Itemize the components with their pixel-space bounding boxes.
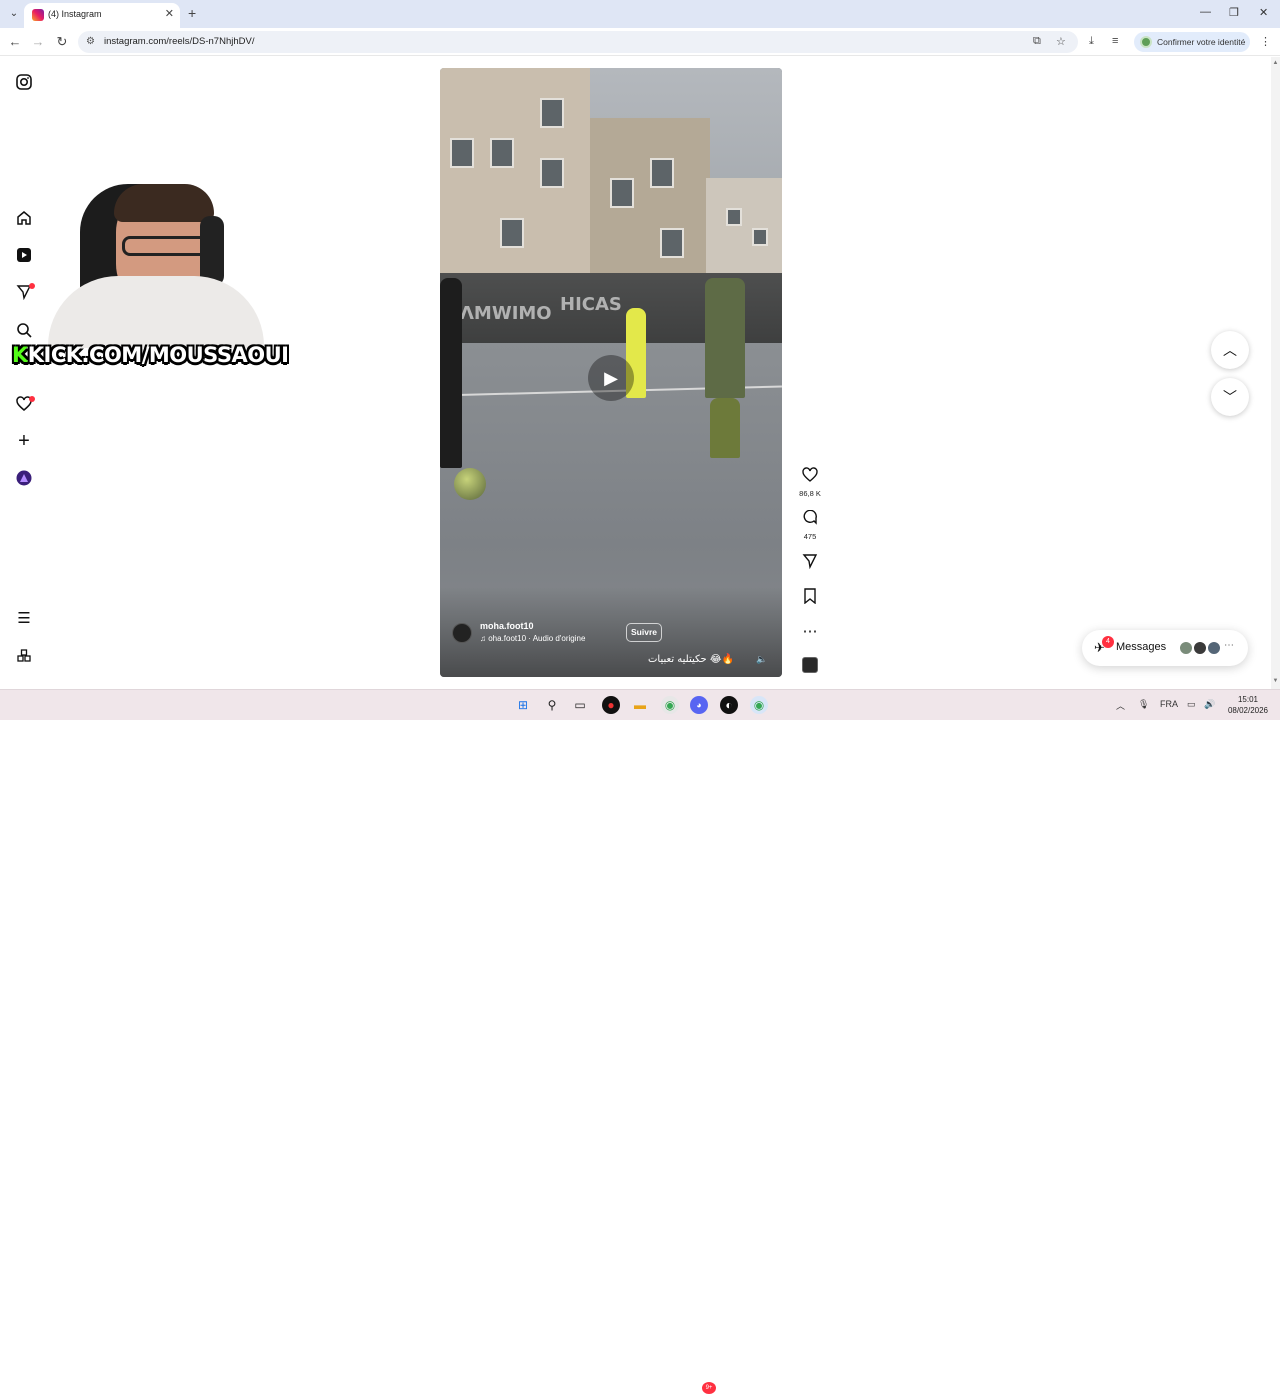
more-menu-icon[interactable]: ☰ — [14, 608, 34, 628]
next-reel-chevron-down-icon[interactable]: ﹀ — [1211, 378, 1249, 416]
minimize-icon[interactable]: — — [1200, 6, 1211, 18]
author-name[interactable]: moha.foot10 — [480, 621, 534, 631]
discord-badge: 9+ — [702, 1382, 716, 1394]
instagram-logo-icon[interactable] — [14, 72, 34, 92]
reel-video[interactable]: ΛMWIMO HICAS ▶ moha.foot10 ♫ oha.foot10 … — [440, 68, 782, 677]
confirm-identity-label: Confirmer votre identité — [1157, 37, 1246, 47]
player-left-edge — [440, 278, 462, 468]
kick-url-text: KICK.COM/MOUSSAOUI — [27, 343, 289, 367]
windows-start-icon[interactable]: ⊞ — [514, 696, 532, 714]
discord-icon[interactable]: ◕ — [690, 696, 708, 714]
restore-icon[interactable]: ❐ — [1229, 6, 1239, 19]
reels-icon[interactable] — [14, 245, 34, 265]
comment-count: 475 — [803, 532, 817, 541]
player-shorts — [710, 398, 740, 458]
messages-label: Messages — [1116, 641, 1167, 653]
save-bookmark-icon[interactable] — [800, 588, 820, 608]
notifications-dot — [29, 396, 35, 402]
steam-icon[interactable]: ◐ — [720, 696, 738, 714]
task-view-icon[interactable]: ▭ — [571, 696, 589, 714]
browser-tab-instagram[interactable]: (4) Instagram ✕ — [24, 3, 180, 28]
app-icon[interactable]: ● — [602, 696, 620, 714]
white-hoodie — [48, 276, 264, 348]
messages-notification-dot — [29, 283, 35, 289]
video-building-left — [440, 68, 590, 298]
url-text[interactable]: instagram.com/reels/DS-n7NhjhDV/ — [104, 36, 254, 47]
video-building-center — [590, 118, 710, 298]
headphones — [200, 216, 224, 286]
play-icon[interactable]: ▶ — [588, 355, 634, 401]
scroll-down-icon[interactable]: ▼ — [1271, 678, 1280, 684]
share-icon[interactable] — [800, 553, 820, 573]
streamer-hair — [114, 184, 214, 222]
football — [454, 468, 486, 500]
comment-icon[interactable] — [800, 509, 820, 530]
tab-search-chevron-icon[interactable]: ⌄ — [6, 6, 22, 22]
downloads-icon[interactable]: ⤓ — [1089, 35, 1094, 48]
audio-thumbnail[interactable] — [802, 657, 818, 673]
music-note-icon: ♫ — [480, 634, 489, 643]
windows-taskbar: ⊞ ⚲ ▭ ● ▬ ◉ ◕ 9+ ◐ ◉ ︿ 🎙 FRA ▭ 🔊 15:01 0… — [0, 689, 1280, 1394]
kick-channel-banner: KKICK.COM/MOUSSAOUI — [12, 343, 289, 367]
previous-reel-chevron-up-icon[interactable]: ︿ — [1211, 331, 1249, 369]
browser-toolbar: ← → ↻ ⚙ instagram.com/reels/DS-n7NhjhDV/… — [0, 28, 1280, 56]
audio-label[interactable]: ♫ oha.foot10 · Audio d'origine — [480, 634, 585, 643]
chrome-icon[interactable]: ◉ — [661, 696, 679, 714]
confirm-identity-button[interactable]: Confirmer votre identité — [1134, 32, 1250, 52]
more-contacts-icon: ⋯ — [1224, 640, 1234, 651]
streamer-webcam-overlay — [40, 176, 270, 348]
player-green-hoodie — [705, 278, 745, 398]
streamer-glasses — [122, 236, 208, 256]
browser-tab-bar: ⌄ (4) Instagram ✕ + — ❐ ✕ — [0, 0, 1280, 28]
forward-arrow-icon[interactable]: → — [30, 34, 46, 49]
site-settings-icon[interactable]: ⚙ — [86, 36, 95, 47]
audio-text: oha.foot10 · Audio d'origine — [488, 634, 586, 643]
author-avatar[interactable] — [452, 623, 472, 643]
system-clock[interactable]: 15:01 08/02/2026 — [1222, 694, 1274, 716]
home-icon[interactable] — [14, 208, 34, 228]
messages-badge: 4 — [1102, 636, 1114, 648]
tab-close-icon[interactable]: ✕ — [165, 7, 174, 20]
reel-caption[interactable]: حكيتليه تعبيات 😂🔥 — [648, 654, 734, 665]
clock-date: 08/02/2026 — [1227, 706, 1269, 715]
back-arrow-icon[interactable]: ← — [7, 34, 23, 49]
network-icon[interactable]: ▭ — [1187, 699, 1196, 710]
tab-title: (4) Instagram — [48, 9, 102, 19]
more-options-icon[interactable]: ⋯ — [800, 622, 820, 640]
install-app-icon[interactable]: ⧉ — [1033, 35, 1041, 48]
new-tab-plus-icon[interactable]: + — [188, 5, 196, 21]
follow-button[interactable]: Suivre — [626, 623, 662, 642]
window-close-icon[interactable]: ✕ — [1259, 6, 1268, 19]
profile-avatar-icon[interactable] — [14, 468, 34, 488]
graffiti-text: HICAS — [560, 294, 622, 315]
address-bar[interactable]: ⚙ instagram.com/reels/DS-n7NhjhDV/ ⧉ ☆ — [78, 31, 1078, 53]
like-heart-icon[interactable] — [800, 467, 820, 487]
search-icon[interactable] — [14, 320, 34, 340]
reload-icon[interactable]: ↻ — [54, 34, 70, 50]
like-count: 86,8 K — [799, 489, 821, 498]
meta-apps-icon[interactable] — [14, 646, 34, 666]
tray-chevron-up-icon[interactable]: ︿ — [1116, 699, 1125, 712]
instagram-favicon-icon — [32, 9, 44, 21]
microphone-icon[interactable]: 🎙 — [1138, 699, 1149, 710]
create-plus-icon[interactable]: + — [14, 430, 34, 452]
scroll-up-icon[interactable]: ▲ — [1271, 60, 1280, 66]
language-indicator[interactable]: FRA — [1160, 699, 1178, 709]
volume-icon[interactable]: 🔈 — [754, 651, 770, 667]
kick-logo-letter: K — [12, 343, 28, 367]
clock-time: 15:01 — [1237, 695, 1259, 704]
messages-button[interactable]: ✈ 4 Messages ⋯ — [1082, 630, 1248, 666]
taskbar-search-icon[interactable]: ⚲ — [543, 696, 561, 714]
contact-avatar — [1206, 640, 1222, 656]
profile-avatar-icon — [1140, 36, 1152, 48]
graffiti-text: ΛMWIMO — [460, 303, 552, 324]
chrome-active-icon[interactable]: ◉ — [750, 696, 768, 714]
volume-tray-icon[interactable]: 🔊 — [1204, 699, 1215, 710]
file-explorer-icon[interactable]: ▬ — [631, 696, 649, 714]
bookmark-star-icon[interactable]: ☆ — [1056, 35, 1066, 48]
reading-list-icon[interactable]: ≡ — [1112, 35, 1118, 47]
page-scrollbar[interactable] — [1271, 57, 1280, 689]
browser-menu-icon[interactable]: ⋮ — [1260, 35, 1271, 48]
